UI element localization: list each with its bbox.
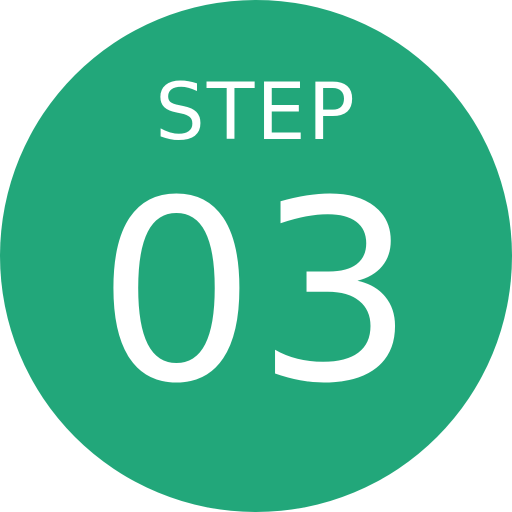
step-label: STEP (155, 68, 357, 158)
step-number: 03 (96, 147, 416, 438)
step-badge: STEP 03 (0, 0, 512, 512)
